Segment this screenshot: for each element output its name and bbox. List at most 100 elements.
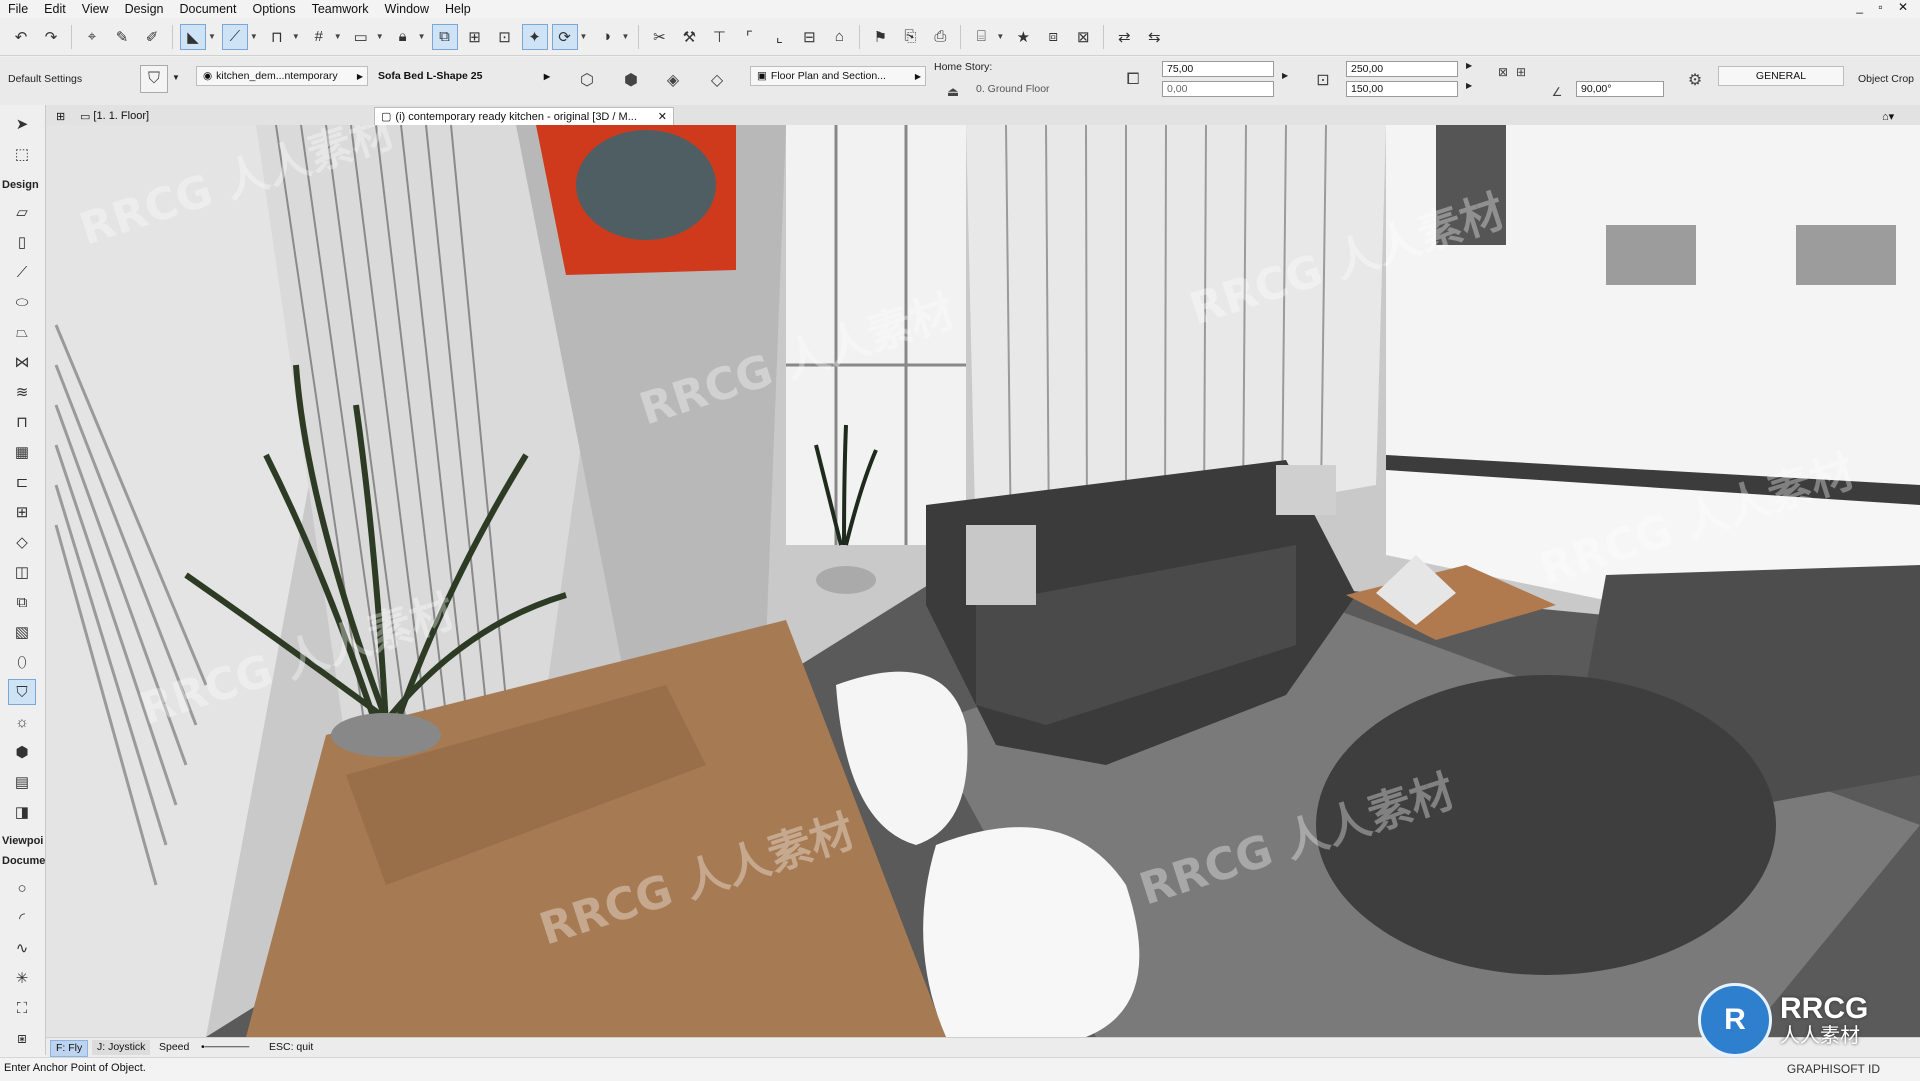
grid-snap-icon[interactable]: # xyxy=(306,24,332,50)
show-hide-icon[interactable]: ⊡ xyxy=(492,24,518,50)
chevron-right-icon[interactable]: ▶ xyxy=(1466,81,1472,90)
angle-field[interactable]: 90,00° xyxy=(1576,81,1664,97)
teamwork-send-icon[interactable]: ⇄ xyxy=(1111,24,1137,50)
mirror-object-icon[interactable]: ◈ xyxy=(660,67,686,93)
chevron-right-icon[interactable]: ▶ xyxy=(1466,61,1472,70)
zone-tool-icon[interactable]: ⬯ xyxy=(8,649,36,675)
lamp-tool-icon[interactable]: ☼ xyxy=(8,709,36,735)
undo-icon[interactable]: ↶ xyxy=(8,24,34,50)
teamwork-receive-icon[interactable]: ⇆ xyxy=(1141,24,1167,50)
marquee-tool-icon[interactable]: ⬚ xyxy=(8,141,36,167)
favorites-icon[interactable]: ★ xyxy=(1010,24,1036,50)
height-field[interactable]: 75,00 xyxy=(1162,61,1274,77)
intersect-icon[interactable]: ✂ xyxy=(646,24,672,50)
joystick-mode-button[interactable]: J: Joystick xyxy=(92,1040,151,1055)
shell-tool-icon[interactable]: ⋈ xyxy=(8,349,36,375)
door-tool-icon[interactable]: ⊏ xyxy=(8,469,36,495)
window-tool-icon[interactable]: ⊞ xyxy=(8,499,36,525)
fly-mode-button[interactable]: F: Fly xyxy=(50,1040,89,1057)
menu-edit[interactable]: Edit xyxy=(36,0,74,18)
3d-document-icon[interactable]: ⧈ xyxy=(1040,24,1066,50)
object-crop-label[interactable]: Object Crop xyxy=(1858,73,1914,85)
figure-tool-icon[interactable]: ⛶ xyxy=(8,995,36,1021)
wall-tool-icon[interactable]: ▱ xyxy=(8,199,36,225)
menu-window[interactable]: Window xyxy=(377,0,437,18)
trim-icon[interactable]: ⊤ xyxy=(706,24,732,50)
morph-tool-icon[interactable]: ▧ xyxy=(8,619,36,645)
gravity-icon[interactable]: ⊓ xyxy=(264,24,290,50)
menu-document[interactable]: Document xyxy=(172,0,245,18)
render-icon[interactable]: ◑ xyxy=(593,24,619,50)
speed-slider[interactable]: •────── xyxy=(196,1040,254,1055)
3d-viewport[interactable]: RRCG 人人素材 RRCG 人人素材 RRCG 人人素材 RRCG 人人素材 … xyxy=(46,125,1920,1037)
roof-trim-icon[interactable]: ⌂ xyxy=(826,24,852,50)
drawing-tool-icon[interactable]: ⧆ xyxy=(8,1025,36,1051)
eyedropper-icon[interactable]: ✎ xyxy=(109,24,135,50)
chamfer-icon[interactable]: ⌞ xyxy=(766,24,792,50)
chevron-down-icon[interactable]: ▼ xyxy=(996,32,1004,41)
mirror-icon[interactable]: ⊞ xyxy=(1508,59,1534,85)
object-settings-icon[interactable]: ⛉ xyxy=(140,65,168,93)
beam-tool-icon[interactable]: ⟋ xyxy=(8,259,36,285)
guide-line-icon[interactable]: ⟋ xyxy=(221,23,248,50)
rotate-object-icon[interactable]: ⬢ xyxy=(618,67,644,93)
home-story-value[interactable]: 0. Ground Floor xyxy=(976,83,1050,95)
inject-parameters-icon[interactable]: ✐ xyxy=(139,24,165,50)
geometry-method-icon[interactable]: ◇ xyxy=(704,67,730,93)
skylight-tool-icon[interactable]: ◇ xyxy=(8,529,36,555)
tab-3d-view[interactable]: ▢ (i) contemporary ready kitchen - origi… xyxy=(374,107,674,125)
section-tool-icon[interactable]: ◨ xyxy=(8,799,36,825)
general-panel-button[interactable]: GENERAL xyxy=(1718,66,1844,86)
tab-floor-plan[interactable]: ▭ [1. 1. Floor] xyxy=(74,107,155,125)
chevron-down-icon[interactable]: ▼ xyxy=(334,32,342,41)
navigator-icon[interactable]: ⌂▾ xyxy=(1876,107,1900,125)
depth-field[interactable]: 150,00 xyxy=(1346,81,1458,97)
trace-icon[interactable]: ⊞ xyxy=(462,24,488,50)
chevron-down-icon[interactable]: ▼ xyxy=(208,32,216,41)
width-field[interactable]: 250,00 xyxy=(1346,61,1458,77)
column-tool-icon[interactable]: ▯ xyxy=(8,229,36,255)
close-icon[interactable]: ✕ xyxy=(658,110,667,123)
spline-tool-icon[interactable]: ∿ xyxy=(8,935,36,961)
fillet-icon[interactable]: ⌜ xyxy=(736,24,762,50)
chevron-down-icon[interactable]: ▼ xyxy=(376,32,384,41)
corner-window-tool-icon[interactable]: ⧉ xyxy=(8,589,36,615)
chevron-down-icon[interactable]: ▼ xyxy=(172,73,180,82)
suspend-groups-icon[interactable]: ⧉ xyxy=(431,23,458,50)
split-icon[interactable]: ⊟ xyxy=(796,24,822,50)
graphisoft-id[interactable]: GRAPHISOFT ID xyxy=(1787,1062,1880,1076)
section-icon[interactable]: ⊠ xyxy=(1070,24,1096,50)
view-orbit-icon[interactable]: ⟳ xyxy=(551,23,578,50)
floor-plan-section-button[interactable]: ▣ Floor Plan and Section... ▶ xyxy=(750,66,926,86)
chevron-down-icon[interactable]: ▼ xyxy=(580,32,588,41)
hotspot-tool-icon[interactable]: ✳ xyxy=(8,965,36,991)
chevron-down-icon[interactable]: ▼ xyxy=(292,32,300,41)
adjust-icon[interactable]: ⚒ xyxy=(676,24,702,50)
menu-teamwork[interactable]: Teamwork xyxy=(304,0,377,18)
wall-end-tool-icon[interactable]: ◫ xyxy=(8,559,36,585)
railing-tool-icon[interactable]: ⊓ xyxy=(8,409,36,435)
circle-tool-icon[interactable]: ○ xyxy=(8,875,36,901)
flag-icon[interactable]: ⚑ xyxy=(867,24,893,50)
object-name[interactable]: Sofa Bed L-Shape 25 ▶ xyxy=(372,66,554,86)
menu-help[interactable]: Help xyxy=(437,0,479,18)
default-settings-label[interactable]: Default Settings xyxy=(8,73,82,85)
document-icon[interactable]: ⎘ xyxy=(897,24,923,50)
arrow-selection-icon[interactable]: ◣ xyxy=(180,23,206,50)
menu-view[interactable]: View xyxy=(74,0,117,18)
arc-tool-icon[interactable]: ◜ xyxy=(8,905,36,931)
anchor-point-icon[interactable]: ⬡ xyxy=(574,67,600,93)
arrow-tool-icon[interactable]: ➤ xyxy=(8,111,36,137)
slab-tool-icon[interactable]: ⬭ xyxy=(8,289,36,315)
layer-selector[interactable]: ◉ kitchen_dem...ntemporary ▶ xyxy=(196,66,368,86)
offset-field[interactable]: 0,00 xyxy=(1162,81,1274,97)
lock-icon[interactable]: 🔒︎ xyxy=(390,24,416,50)
publish-icon[interactable]: ⎙ xyxy=(927,24,953,50)
chevron-down-icon[interactable]: ▼ xyxy=(250,32,258,41)
chevron-down-icon[interactable]: ▼ xyxy=(418,32,426,41)
parameters-icon[interactable]: ⚙ xyxy=(1682,67,1708,93)
tab-grid-icon[interactable]: ⊞ xyxy=(50,107,71,125)
chevron-down-icon[interactable]: ▼ xyxy=(621,32,629,41)
magic-wand-icon[interactable]: ✦ xyxy=(521,23,548,50)
object-tool-icon[interactable]: ⛉ xyxy=(8,679,36,705)
